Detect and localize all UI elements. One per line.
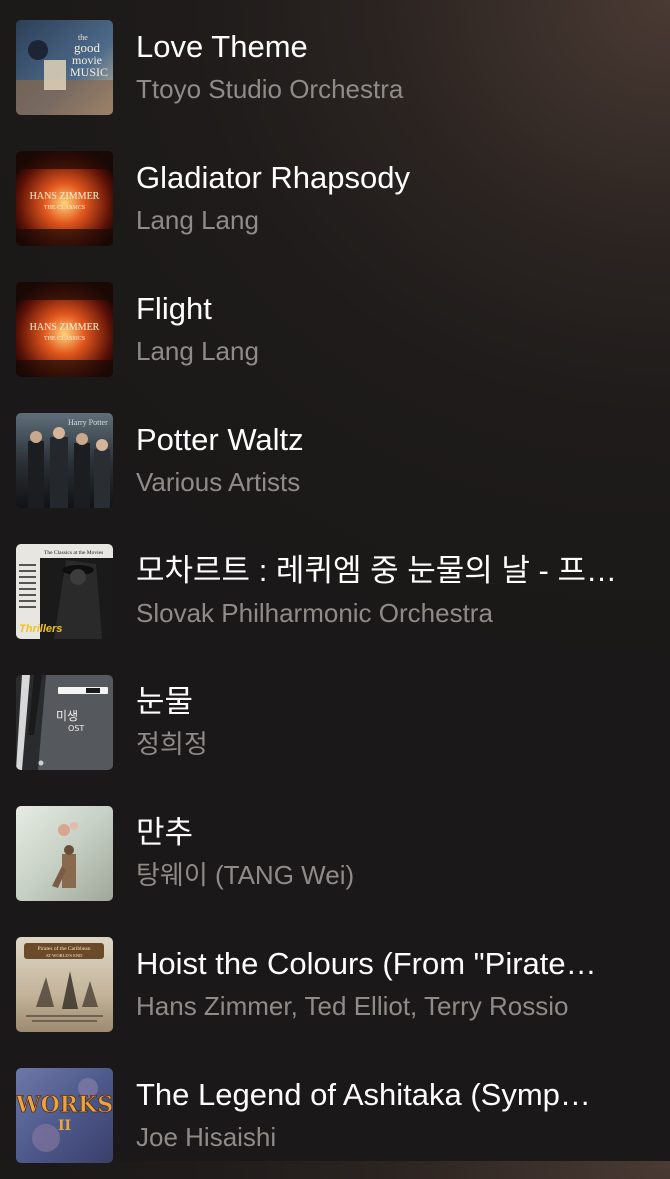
album-art-hans-zimmer-classics: HANS ZIMMER THE CLASSICS xyxy=(16,151,113,246)
song-row[interactable]: HANS ZIMMER THE CLASSICS Flight Lang Lan… xyxy=(0,262,670,393)
album-art-misaeng-ost: 미생 OST xyxy=(16,675,113,770)
song-row[interactable]: The Classics at the Movies Thrillers 모차르… xyxy=(0,524,670,655)
art-text: HANS ZIMMER xyxy=(30,191,100,202)
song-artist: Various Artists xyxy=(136,467,301,497)
song-title: 만추 xyxy=(136,815,194,850)
song-title: Potter Waltz xyxy=(136,422,304,457)
art-text: Harry Potter xyxy=(68,418,108,427)
song-title: Gladiator Rhapsody xyxy=(136,160,410,195)
art-text: THE CLASSICS xyxy=(44,205,85,211)
album-art-pirates-of-the-caribbean: Pirates of the Caribbean AT WORLD'S END xyxy=(16,937,113,1032)
album-art-classics-at-the-movies-thrillers: The Classics at the Movies Thrillers xyxy=(16,544,113,639)
song-row[interactable]: HANS ZIMMER THE CLASSICS Gladiator Rhaps… xyxy=(0,131,670,262)
art-text: THE CLASSICS xyxy=(44,336,85,342)
song-row[interactable]: the good movie MUSIC Love Theme Ttoyo St… xyxy=(0,0,670,131)
art-text: OST xyxy=(68,724,84,733)
art-text: 미생 xyxy=(56,709,78,723)
album-art-works-joe-hisaishi: WORKS II xyxy=(16,1068,113,1163)
song-artist: 정희정 xyxy=(136,729,208,759)
song-row[interactable]: Pirates of the Caribbean AT WORLD'S END … xyxy=(0,917,670,1048)
song-artist: Lang Lang xyxy=(136,205,259,235)
song-title: 눈물 xyxy=(136,684,194,719)
art-text: Thrillers xyxy=(19,623,62,635)
art-text: II xyxy=(58,1118,71,1134)
art-text: Pirates of the Caribbean xyxy=(38,945,91,952)
song-artist: 탕웨이 (TANG Wei) xyxy=(136,860,355,890)
song-title: Love Theme xyxy=(136,29,308,64)
album-art-hans-zimmer-classics: HANS ZIMMER THE CLASSICS xyxy=(16,282,113,377)
album-art-late-autumn xyxy=(16,806,113,901)
song-title: The Legend of Ashitaka (Symp… xyxy=(136,1077,591,1112)
song-title: Flight xyxy=(136,291,212,326)
art-text: MUSIC xyxy=(70,65,108,79)
song-row[interactable]: WORKS II The Legend of Ashitaka (Symp… J… xyxy=(0,1048,670,1179)
song-artist: Slovak Philharmonic Orchestra xyxy=(136,598,493,628)
album-art-harry-potter: Harry Potter xyxy=(16,413,113,508)
album-art-good-movie-music: the good movie MUSIC xyxy=(16,20,113,115)
song-artist: Joe Hisaishi xyxy=(136,1122,277,1152)
art-text: HANS ZIMMER xyxy=(30,322,100,333)
song-list: the good movie MUSIC Love Theme Ttoyo St… xyxy=(0,0,670,1163)
song-row[interactable]: 만추 탕웨이 (TANG Wei) xyxy=(0,786,670,917)
song-artist: Ttoyo Studio Orchestra xyxy=(136,74,404,104)
song-row[interactable]: 미생 OST 눈물 정희정 xyxy=(0,655,670,786)
art-text: AT WORLD'S END xyxy=(46,953,83,958)
song-title: Hoist the Colours (From "Pirate… xyxy=(136,946,597,981)
song-row[interactable]: Harry Potter Potter Waltz Various Artist… xyxy=(0,393,670,524)
art-text: The Classics at the Movies xyxy=(44,550,103,556)
song-title: 모차르트 : 레퀴엠 중 눈물의 날 - 프… xyxy=(136,553,617,588)
song-artist: Hans Zimmer, Ted Elliot, Terry Rossio xyxy=(136,991,569,1021)
song-artist: Lang Lang xyxy=(136,336,259,366)
art-text: WORKS xyxy=(16,1092,113,1118)
